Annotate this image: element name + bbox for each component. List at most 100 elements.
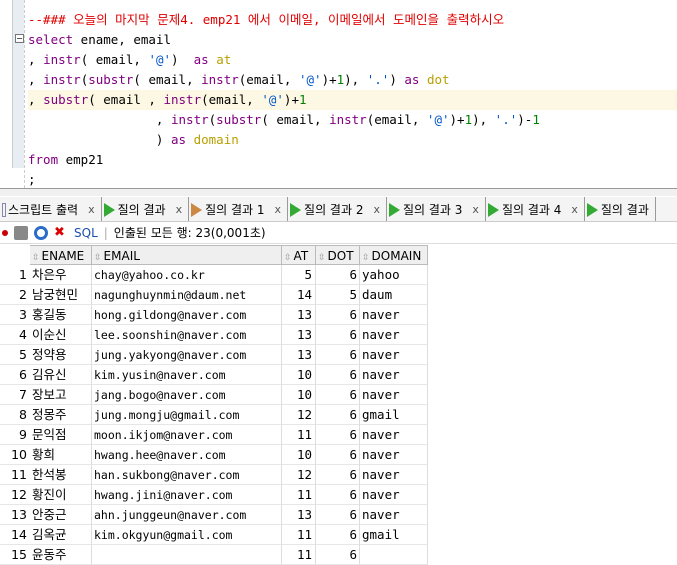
cell-dot[interactable]: 6	[316, 445, 360, 465]
cell-at[interactable]: 12	[282, 405, 316, 425]
cell-domain[interactable]: naver	[360, 505, 428, 525]
table-row[interactable]: 4 이순신 lee.soonshin@naver.com 13 6 naver	[0, 325, 428, 345]
cell-domain[interactable]: naver	[360, 485, 428, 505]
cell-domain[interactable]: naver	[360, 465, 428, 485]
cell-dot[interactable]: 6	[316, 265, 360, 285]
code-line[interactable]: , instr(substr( email, instr(email, '@')…	[28, 110, 677, 130]
cell-domain[interactable]: daum	[360, 285, 428, 305]
sql-editor[interactable]: − --### 오늘의 마지막 문제4. emp21 에서 이메일, 이메일에서…	[0, 0, 677, 188]
cell-domain[interactable]: naver	[360, 305, 428, 325]
cell-at[interactable]: 11	[282, 545, 316, 565]
tab-1[interactable]: 질의 결과 x	[102, 197, 190, 221]
table-row[interactable]: 10 황희 hwang.hee@naver.com 10 6 naver	[0, 445, 428, 465]
cancel-query-icon[interactable]: ✖	[54, 225, 68, 240]
cell-email[interactable]: kim.okgyun@gmail.com	[92, 525, 282, 545]
cell-ename[interactable]: 안중근	[30, 505, 92, 525]
cell-at[interactable]: 10	[282, 365, 316, 385]
cell-email[interactable]: kim.yusin@naver.com	[92, 365, 282, 385]
cell-dot[interactable]: 6	[316, 345, 360, 365]
cell-ename[interactable]: 문익점	[30, 425, 92, 445]
column-header-email[interactable]: ⇳ EMAIL	[92, 245, 282, 265]
cell-email[interactable]: hong.gildong@naver.com	[92, 305, 282, 325]
cell-at[interactable]: 11	[282, 425, 316, 445]
cell-domain[interactable]: gmail	[360, 405, 428, 425]
cell-at[interactable]: 13	[282, 325, 316, 345]
table-row[interactable]: 12 황진이 hwang.jini@naver.com 11 6 naver	[0, 485, 428, 505]
cell-ename[interactable]: 윤동주	[30, 545, 92, 565]
cell-dot[interactable]: 6	[316, 465, 360, 485]
cell-email[interactable]: han.sukbong@naver.com	[92, 465, 282, 485]
close-tab-icon[interactable]: x	[275, 203, 282, 216]
cell-email[interactable]: moon.ikjom@naver.com	[92, 425, 282, 445]
table-row[interactable]: 3 홍길동 hong.gildong@naver.com 13 6 naver	[0, 305, 428, 325]
sql-link[interactable]: SQL	[74, 226, 98, 240]
cell-dot[interactable]: 6	[316, 325, 360, 345]
table-row[interactable]: 14 김옥균 kim.okgyun@gmail.com 11 6 gmail	[0, 525, 428, 545]
table-row[interactable]: 7 장보고 jang.bogo@naver.com 10 6 naver	[0, 385, 428, 405]
cell-ename[interactable]: 김유신	[30, 365, 92, 385]
cell-at[interactable]: 13	[282, 305, 316, 325]
code-line[interactable]: , instr(substr( email, instr(email, '@')…	[28, 70, 677, 90]
cell-at[interactable]: 11	[282, 525, 316, 545]
column-header-dot[interactable]: ⇳ DOT	[316, 245, 360, 265]
table-row[interactable]: 5 정약용 jung.yakyong@naver.com 13 6 naver	[0, 345, 428, 365]
cell-ename[interactable]: 황진이	[30, 485, 92, 505]
cell-ename[interactable]: 한석봉	[30, 465, 92, 485]
code-line[interactable]: , substr( email , instr(email, '@')+1	[28, 90, 677, 110]
cell-ename[interactable]: 정약용	[30, 345, 92, 365]
table-row[interactable]: 11 한석봉 han.sukbong@naver.com 12 6 naver	[0, 465, 428, 485]
cell-email[interactable]: hwang.hee@naver.com	[92, 445, 282, 465]
table-row[interactable]: 1 차은우 chay@yahoo.co.kr 5 6 yahoo	[0, 265, 428, 285]
sort-icon[interactable]: ⇳	[318, 253, 326, 263]
cell-dot[interactable]: 6	[316, 365, 360, 385]
close-tab-icon[interactable]: x	[88, 203, 95, 216]
tab-5[interactable]: 질의 결과 4 x	[486, 197, 585, 221]
cell-domain[interactable]: naver	[360, 385, 428, 405]
cell-email[interactable]: jung.mongju@gmail.com	[92, 405, 282, 425]
cell-dot[interactable]: 6	[316, 545, 360, 565]
close-tab-icon[interactable]: x	[571, 203, 578, 216]
table-row[interactable]: 6 김유신 kim.yusin@naver.com 10 6 naver	[0, 365, 428, 385]
sort-icon[interactable]: ⇳	[94, 253, 102, 263]
column-header-ename[interactable]: ⇳ ENAME	[30, 245, 92, 265]
cell-ename[interactable]: 남궁현민	[30, 285, 92, 305]
code-line[interactable]: , instr( email, '@') as at	[28, 50, 677, 70]
tab-2[interactable]: 질의 결과 1 x	[189, 197, 289, 221]
cell-at[interactable]: 12	[282, 465, 316, 485]
cell-ename[interactable]: 김옥균	[30, 525, 92, 545]
cell-email[interactable]: jung.yakyong@naver.com	[92, 345, 282, 365]
column-header-domain[interactable]: ⇳ DOMAIN	[360, 245, 428, 265]
fold-toggle-icon[interactable]: −	[15, 34, 24, 43]
code-line[interactable]: from emp21	[28, 150, 677, 170]
cell-domain[interactable]: gmail	[360, 525, 428, 545]
table-row[interactable]: 2 남궁현민 nagunghuynmin@daum.net 14 5 daum	[0, 285, 428, 305]
table-row[interactable]: 9 문익점 moon.ikjom@naver.com 11 6 naver	[0, 425, 428, 445]
sort-icon[interactable]: ⇳	[284, 253, 292, 263]
code-line[interactable]: select ename, email	[28, 30, 677, 50]
cell-email[interactable]	[92, 545, 282, 565]
cell-at[interactable]: 10	[282, 385, 316, 405]
cell-email[interactable]: chay@yahoo.co.kr	[92, 265, 282, 285]
cell-ename[interactable]: 황희	[30, 445, 92, 465]
cell-ename[interactable]: 홍길동	[30, 305, 92, 325]
table-row[interactable]: 15 윤동주 11 6	[0, 545, 428, 565]
cell-email[interactable]: jang.bogo@naver.com	[92, 385, 282, 405]
refresh-icon[interactable]	[34, 225, 48, 240]
table-row[interactable]: 13 안중근 ahn.junggeun@naver.com 13 6 naver	[0, 505, 428, 525]
cell-email[interactable]: hwang.jini@naver.com	[92, 485, 282, 505]
cell-dot[interactable]: 5	[316, 285, 360, 305]
column-header-at[interactable]: ⇳ AT	[282, 245, 316, 265]
cell-at[interactable]: 13	[282, 505, 316, 525]
close-tab-icon[interactable]: x	[373, 203, 380, 216]
cell-ename[interactable]: 정몽주	[30, 405, 92, 425]
cell-domain[interactable]: naver	[360, 445, 428, 465]
code-line[interactable]: ;	[28, 170, 677, 188]
cell-email[interactable]: lee.soonshin@naver.com	[92, 325, 282, 345]
sort-icon[interactable]: ⇳	[32, 253, 40, 263]
tab-0[interactable]: 스크립트 출력 x	[0, 197, 102, 221]
cell-ename[interactable]: 장보고	[30, 385, 92, 405]
cell-domain[interactable]: naver	[360, 425, 428, 445]
tab-3[interactable]: 질의 결과 2 x	[288, 197, 387, 221]
cell-at[interactable]: 5	[282, 265, 316, 285]
cell-ename[interactable]: 이순신	[30, 325, 92, 345]
